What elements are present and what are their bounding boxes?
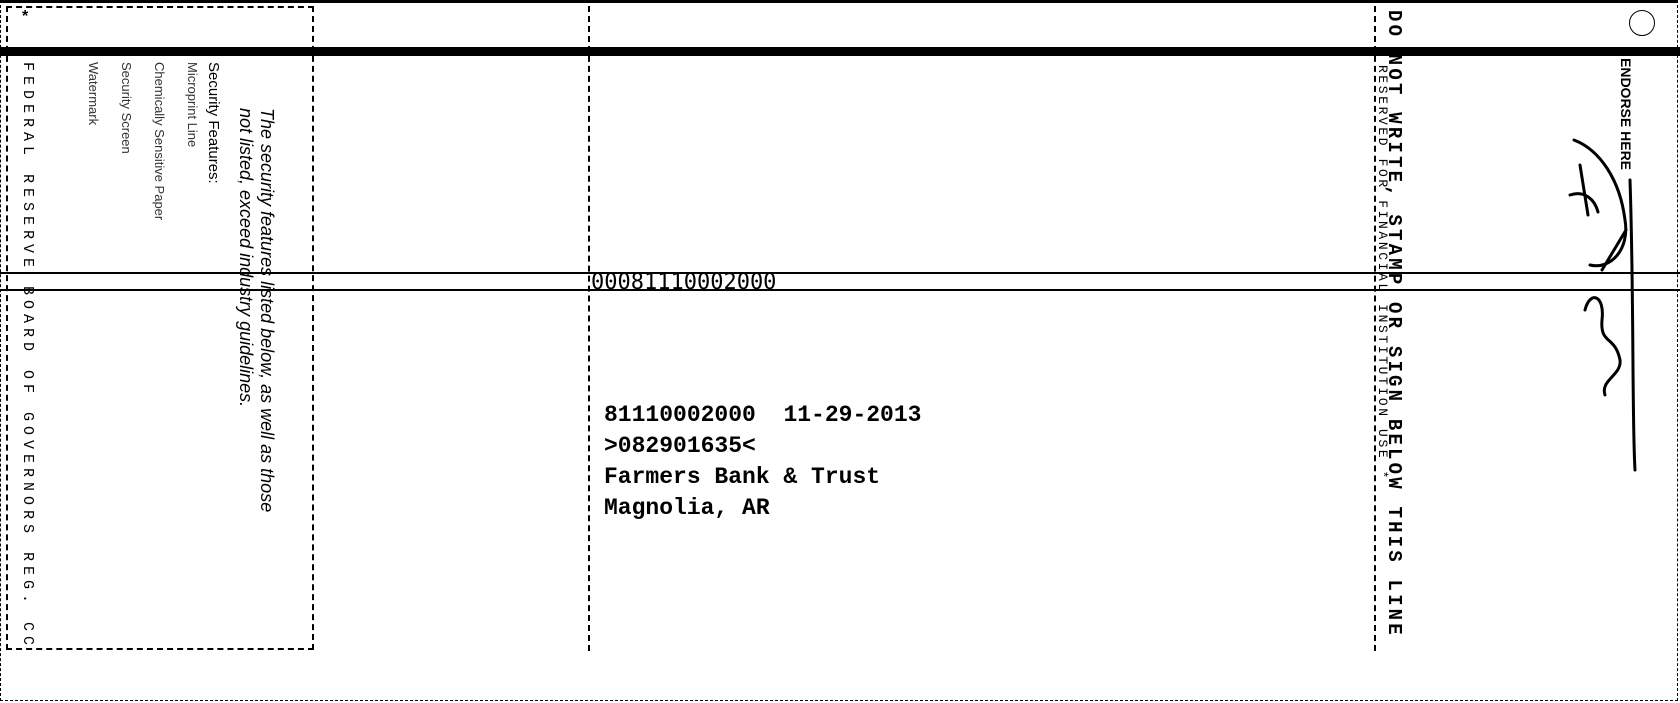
feature-item: Watermark — [86, 62, 101, 126]
circle-mark — [1629, 10, 1655, 36]
feature-item: Security Screen — [119, 62, 134, 154]
bank-location: Magnolia, AR — [604, 495, 770, 521]
item-date-line: 81110002000 11-29-2013 — [604, 400, 921, 431]
security-note-line1: The security features listed below, as w… — [257, 108, 277, 513]
bank-name: Farmers Bank & Trust — [604, 464, 881, 490]
reserved-for-institution: RESERVED FOR FINANCIAL INSTITUTION USE * — [1375, 65, 1390, 482]
asterisk-mark: * — [22, 8, 29, 25]
feature-item: Microprint Line — [185, 62, 200, 148]
deposit-date: 11-29-2013 — [783, 402, 922, 428]
regulation-text: FEDERAL RESERVE BOARD OF GOVERNORS REG. … — [19, 62, 36, 651]
center-divider — [588, 6, 590, 651]
item-number: 81110002000 — [604, 402, 756, 428]
sequence-number: 00081110002000 — [591, 270, 777, 295]
deposit-stamp: 81110002000 11-29-2013 >082901635< Farme… — [604, 400, 921, 524]
routing-number: >082901635< — [604, 433, 756, 459]
features-heading: Security Features: — [205, 62, 222, 184]
security-note-line2: not listed, exceed industry guidelines. — [236, 108, 256, 408]
feature-item: Chemically Sensitive Paper — [152, 62, 167, 221]
endorsement-signature — [1568, 138, 1637, 472]
